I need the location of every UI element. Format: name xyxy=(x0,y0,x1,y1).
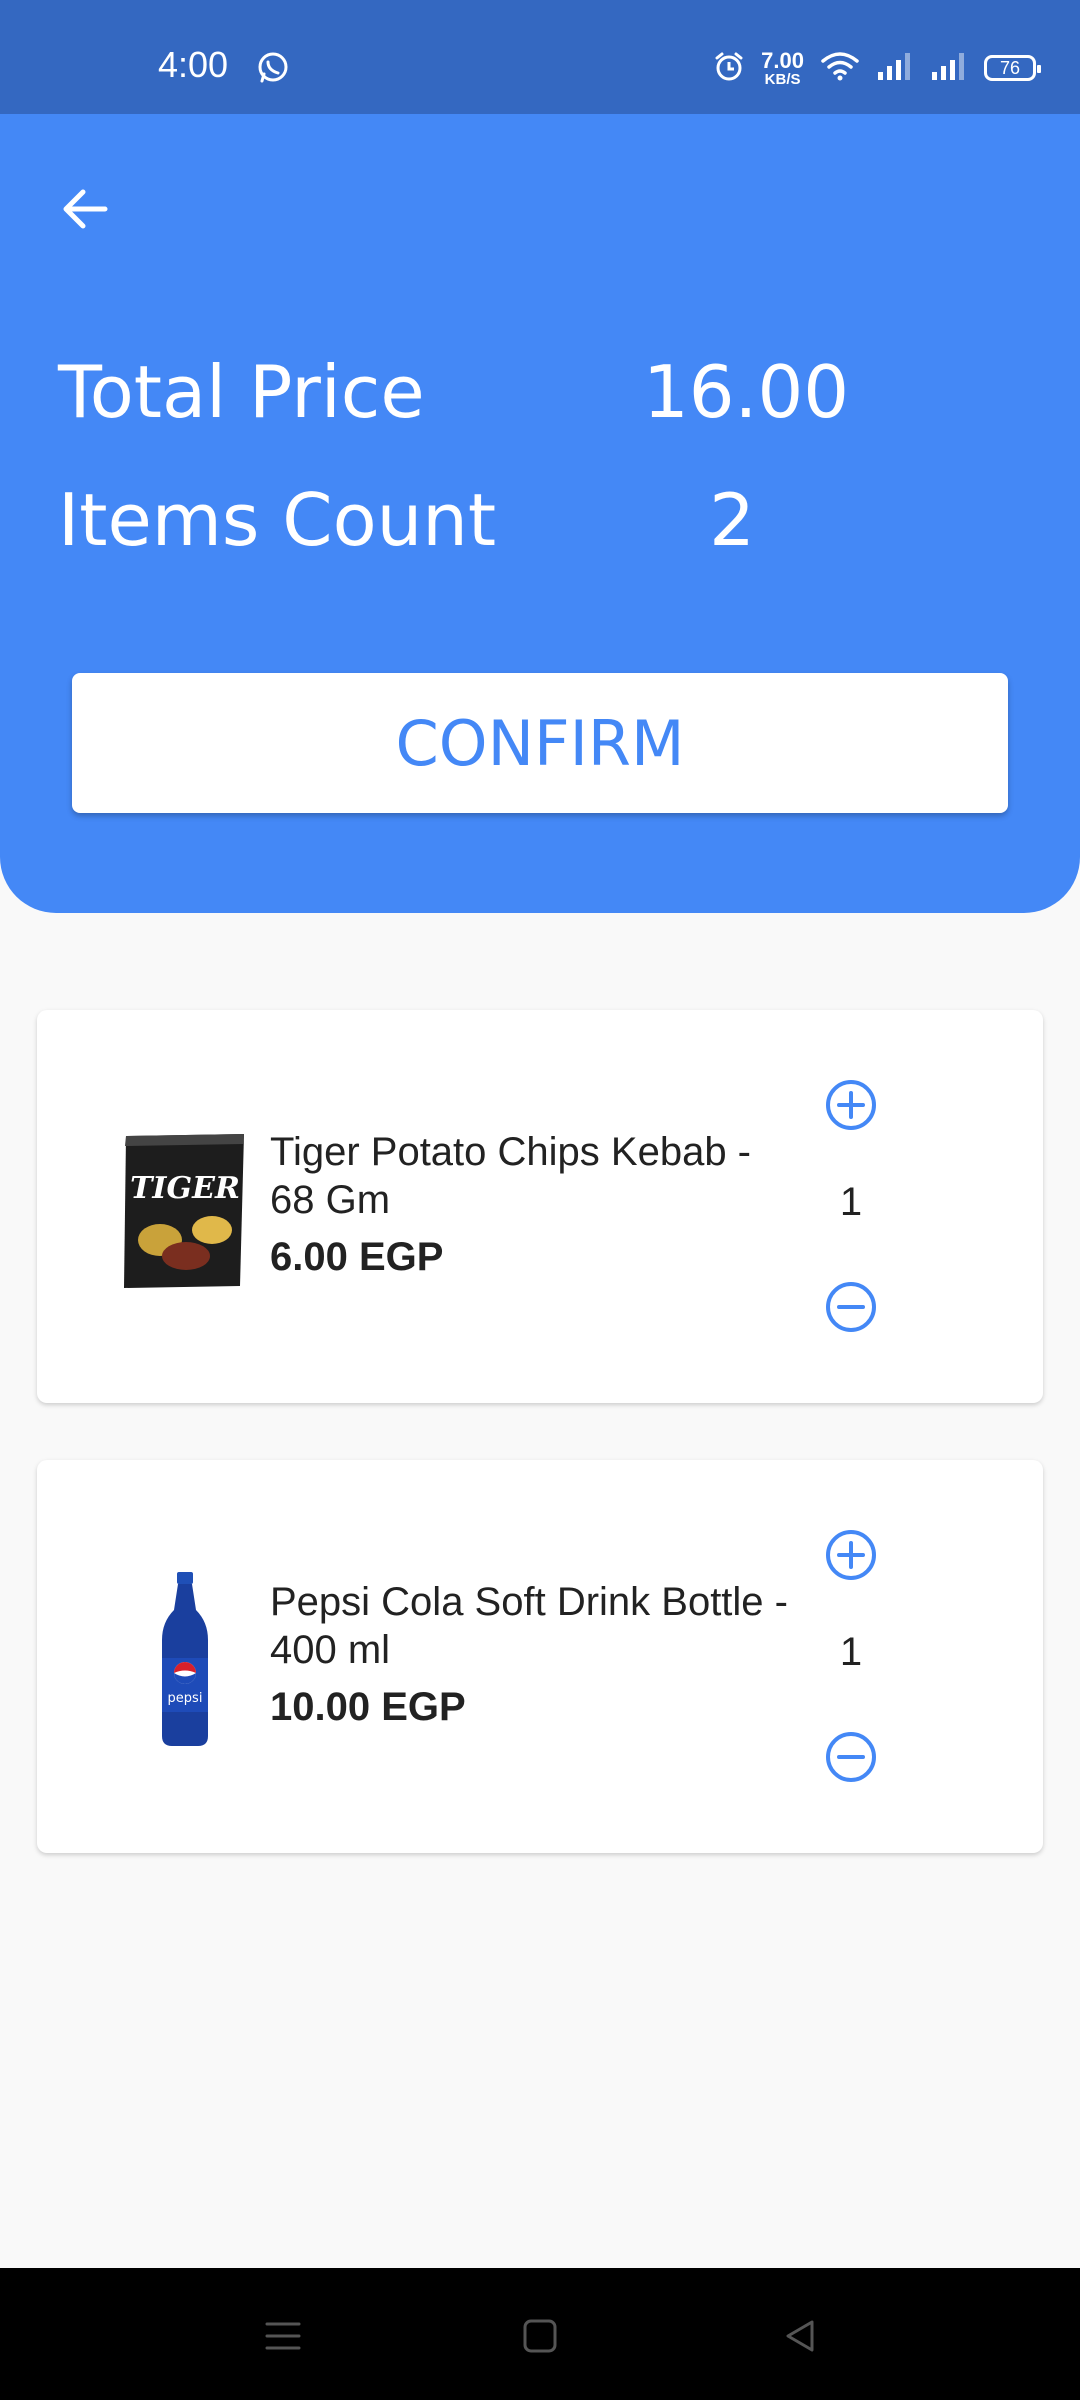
increase-quantity-button[interactable] xyxy=(824,1078,878,1132)
cart-item-card: pepsi Pepsi Cola Soft Drink Bottle - 400… xyxy=(37,1460,1043,1853)
signal-icon xyxy=(930,50,968,86)
product-image: TIGER xyxy=(85,1120,285,1300)
signal-icon xyxy=(876,50,914,86)
wifi-icon xyxy=(820,50,860,86)
increase-quantity-button[interactable] xyxy=(824,1528,878,1582)
arrow-left-icon xyxy=(63,189,108,229)
system-nav-bar xyxy=(0,2268,1080,2400)
net-speed-value: 7.00 xyxy=(761,47,804,73)
minus-circle-icon xyxy=(826,1732,876,1782)
product-image: pepsi xyxy=(85,1570,285,1750)
plus-circle-icon xyxy=(826,1530,876,1580)
status-time: 4:00 xyxy=(158,44,229,85)
items-count-value: 2 xyxy=(709,478,755,562)
product-brand-text: pepsi xyxy=(168,1691,203,1706)
home-button[interactable] xyxy=(512,2308,568,2364)
decrease-quantity-button[interactable] xyxy=(824,1730,878,1784)
cart-summary-header: Total Price 16.00 Items Count 2 CONFIRM xyxy=(0,114,1080,913)
net-speed-unit: KB/S xyxy=(764,70,801,88)
minus-circle-icon xyxy=(826,1282,876,1332)
decrease-quantity-button[interactable] xyxy=(824,1280,878,1334)
back-triangle-icon xyxy=(786,2320,814,2352)
product-brand-text: TIGER xyxy=(130,1171,240,1206)
status-bar: 4:00 7.00 KB/S 76 xyxy=(0,0,1080,114)
product-price: 6.00 EGP xyxy=(270,1235,444,1279)
product-name: Pepsi Cola Soft Drink Bottle - 400 ml xyxy=(270,1580,788,1672)
back-nav-button[interactable] xyxy=(772,2308,828,2364)
product-name: Tiger Potato Chips Kebab - 68 Gm xyxy=(270,1130,751,1222)
plus-circle-icon xyxy=(826,1080,876,1130)
alarm-icon xyxy=(713,50,745,86)
quantity-value: 1 xyxy=(839,1180,863,1224)
total-price-label: Total Price xyxy=(58,350,425,434)
product-price: 10.00 EGP xyxy=(270,1685,466,1729)
quantity-value: 1 xyxy=(839,1630,863,1674)
cart-item-card: TIGER Tiger Potato Chips Kebab - 68 Gm 6… xyxy=(37,1010,1043,1403)
confirm-button[interactable]: CONFIRM xyxy=(72,673,1008,813)
net-speed: 7.00 KB/S xyxy=(761,47,804,88)
battery-icon: 76 xyxy=(984,55,1041,81)
status-icons: 7.00 KB/S 76 xyxy=(713,44,1041,92)
items-count-label: Items Count xyxy=(58,478,497,562)
menu-button[interactable] xyxy=(255,2308,311,2364)
menu-icon xyxy=(265,2322,301,2350)
home-square-icon xyxy=(523,2319,557,2353)
back-button[interactable] xyxy=(50,174,120,244)
total-price-value: 16.00 xyxy=(642,350,850,434)
whatsapp-icon xyxy=(256,50,290,84)
